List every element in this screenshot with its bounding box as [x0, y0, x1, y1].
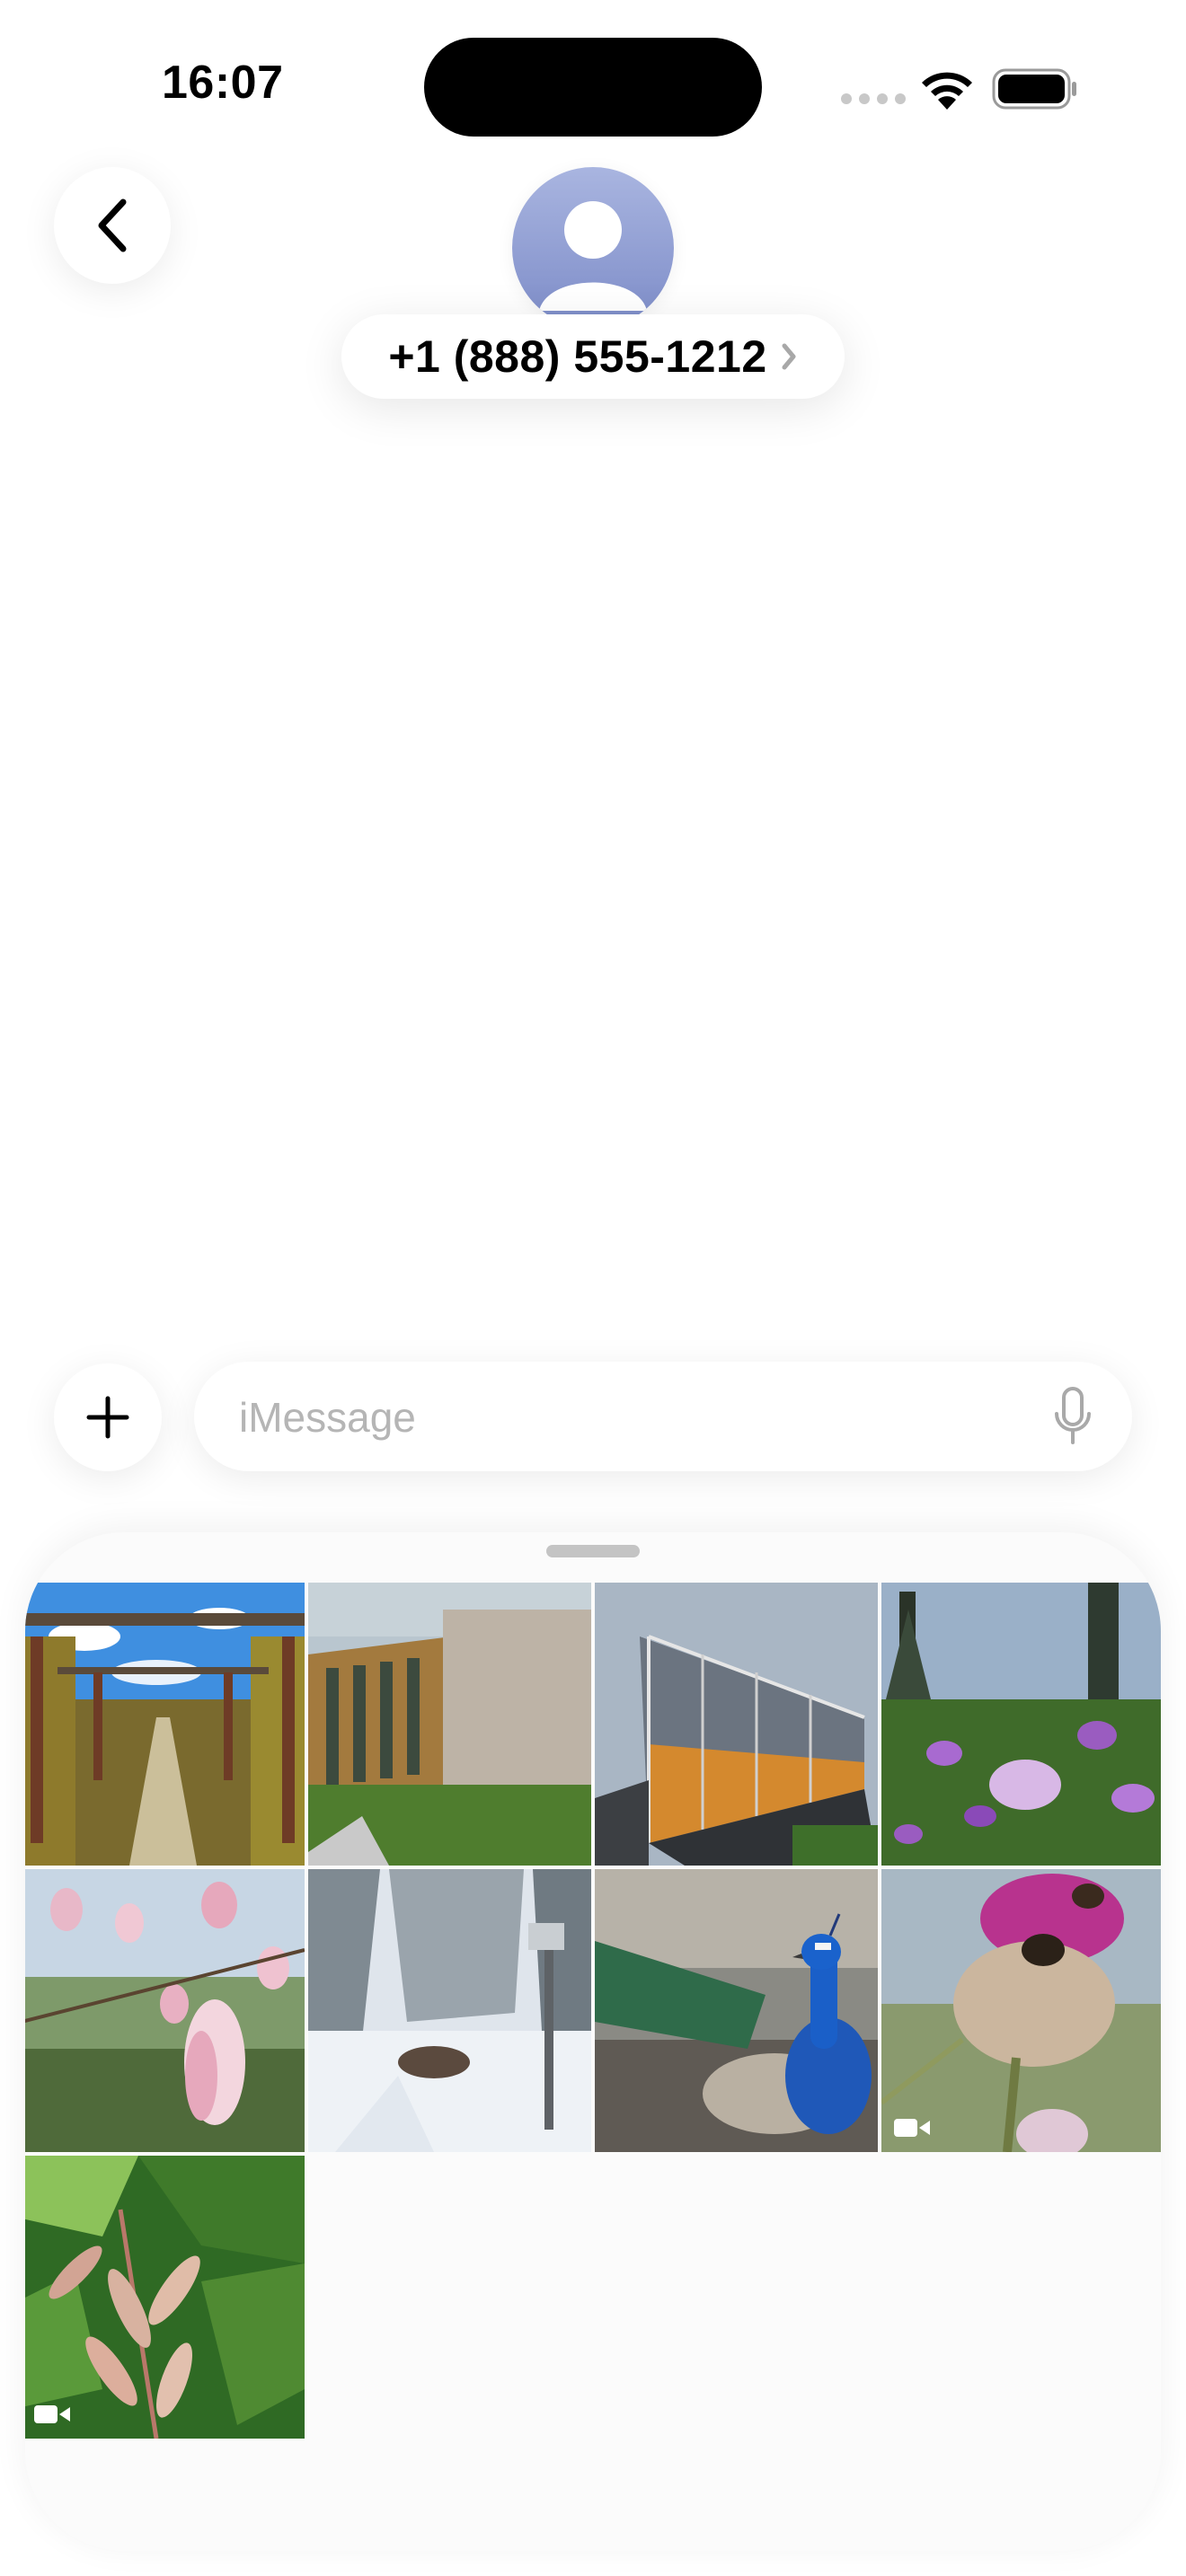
message-input[interactable] [237, 1362, 1031, 1473]
photo-thumbnail-greenhouse[interactable] [595, 1583, 878, 1866]
snowy-garden-image [308, 1869, 591, 2152]
cellular-signal-icon [841, 93, 906, 104]
photo-thumbnail-magnolia-blossoms[interactable] [25, 1869, 305, 2152]
greenhouse-image [595, 1583, 878, 1866]
plus-icon [86, 1396, 129, 1439]
photo-grid [25, 1583, 1161, 2439]
photo-thumbnail-pergola-walkway[interactable] [25, 1583, 305, 1866]
battery-icon [992, 68, 1076, 110]
photo-thumbnail-peacock[interactable] [595, 1869, 878, 2152]
contact-name: +1 (888) 555-1212 [388, 331, 767, 382]
photo-thumbnail-modern-building[interactable] [308, 1583, 591, 1866]
photo-thumbnail-thistle-with-bee[interactable] [881, 1869, 1161, 2152]
magnolia-blossoms-image [25, 1869, 305, 2152]
photo-thumbnail-snowy-garden[interactable] [308, 1869, 591, 2152]
peacock-image [595, 1869, 878, 2152]
wifi-icon [922, 72, 972, 110]
dynamic-island [424, 38, 762, 137]
video-camera-icon [34, 2405, 70, 2423]
photo-thumbnail-maple-seeds[interactable] [25, 2156, 305, 2439]
contact-details-button[interactable]: +1 (888) 555-1212 [341, 314, 845, 399]
thistle-with-bee-image [881, 1869, 1161, 2152]
photo-thumbnail-crocus-meadow[interactable] [881, 1583, 1161, 1866]
maple-seeds-image [25, 2156, 305, 2439]
contact-avatar[interactable] [512, 167, 674, 329]
modern-building-image [308, 1583, 591, 1866]
status-time: 16:07 [162, 57, 284, 109]
crocus-meadow-image [881, 1583, 1161, 1866]
add-attachment-button[interactable] [54, 1363, 162, 1471]
photo-picker-sheet [25, 1532, 1161, 2551]
video-camera-icon [894, 2119, 930, 2137]
chevron-right-icon [782, 343, 796, 370]
person-silhouette-icon [539, 201, 647, 311]
message-field[interactable] [194, 1362, 1132, 1473]
pergola-walkway-image [25, 1583, 305, 1866]
microphone-icon[interactable] [1053, 1387, 1093, 1448]
back-button[interactable] [54, 167, 171, 284]
sheet-grabber[interactable] [546, 1545, 640, 1557]
chevron-left-icon [98, 198, 127, 252]
